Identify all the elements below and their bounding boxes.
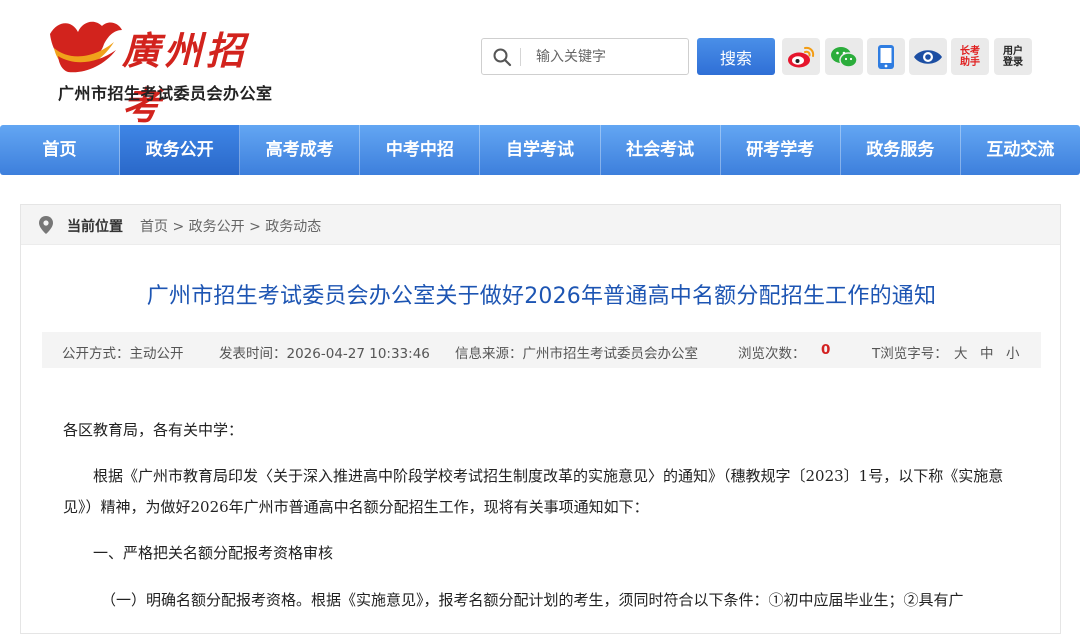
nav-item-gaokao[interactable]: 高考成考 xyxy=(240,125,361,175)
nav-item-social-exam[interactable]: 社会考试 xyxy=(601,125,721,175)
search-input[interactable] xyxy=(536,47,681,67)
logo-flower-icon xyxy=(50,21,122,73)
wechat-icon xyxy=(831,46,858,68)
breadcrumb-gov-open[interactable]: 政务公开 xyxy=(189,219,245,235)
meta-publish-time: 发表时间：2026-04-27 10:33:46 xyxy=(219,346,430,362)
meta-views-count: 0 xyxy=(821,342,831,358)
wechat-button[interactable] xyxy=(825,38,863,75)
breadcrumb-gov-news[interactable]: 政务动态 xyxy=(265,219,321,235)
paragraph-section-1-1: （一）明确名额分配报考资格。根据《实施意见》，报考名额分配计划的考生，须同时符合… xyxy=(101,591,964,609)
search-separator xyxy=(520,48,521,66)
breadcrumb-path: 首页 > 政务公开 > 政务动态 xyxy=(140,216,321,236)
mobile-button[interactable] xyxy=(867,38,905,75)
accessibility-button[interactable] xyxy=(909,38,947,75)
nav-item-zhongkao[interactable]: 中考中招 xyxy=(360,125,481,175)
breadcrumb: 当前位置 首页 > 政务公开 > 政务动态 xyxy=(21,205,1060,245)
meta-font-size-label: T浏览字号： xyxy=(872,346,948,362)
eye-icon xyxy=(914,49,942,64)
paragraph-intro: 根据《广州市教育局印发〈关于深入推进高中阶段学校考试招生制度改革的实施意见〉的通… xyxy=(63,467,1004,516)
breadcrumb-label: 当前位置 xyxy=(67,219,123,235)
article-title: 广州市招生考试委员会办公室关于做好2026年普通高中名额分配招生工作的通知 xyxy=(146,284,937,309)
logo-subtitle: 广州市招生考试委员会办公室 xyxy=(58,84,273,103)
meta-open-mode: 公开方式：主动公开 xyxy=(62,346,184,362)
user-label-2: 登录 xyxy=(1003,56,1023,68)
breadcrumb-sep: > xyxy=(172,219,185,235)
nav-item-grad-exam[interactable]: 研考学考 xyxy=(721,125,841,175)
font-size-small[interactable]: 小 xyxy=(1006,342,1020,362)
site-logo[interactable]: 廣州招考 广州市招生考试委员会办公室 xyxy=(44,12,284,128)
font-size-medium[interactable]: 中 xyxy=(980,342,994,362)
weibo-icon xyxy=(788,46,815,67)
search-button[interactable]: 搜索 xyxy=(697,38,775,75)
search-icon[interactable] xyxy=(492,47,512,67)
font-size-large[interactable]: 大 xyxy=(954,342,968,362)
logo-title: 廣州招考 xyxy=(122,28,249,128)
meta-views-label: 浏览次数： xyxy=(738,346,806,362)
content-panel: 当前位置 首页 > 政务公开 > 政务动态 广州市招生考试委员会办公室关于做好2… xyxy=(20,204,1061,634)
nav-item-gov-service[interactable]: 政务服务 xyxy=(841,125,961,175)
mobile-icon xyxy=(878,44,894,69)
user-login-button[interactable]: 用户 登录 xyxy=(994,38,1032,75)
user-label-1: 用户 xyxy=(1003,45,1023,57)
assistant-label-2: 助手 xyxy=(960,56,980,68)
weibo-button[interactable] xyxy=(782,38,820,75)
breadcrumb-home[interactable]: 首页 xyxy=(140,219,168,235)
nav-item-self-study[interactable]: 自学考试 xyxy=(480,125,601,175)
site-header: 廣州招考 广州市招生考试委员会办公室 搜索 xyxy=(0,0,1080,128)
breadcrumb-sep: > xyxy=(249,219,261,235)
search-box xyxy=(481,38,689,75)
assistant-label-1: 长考 xyxy=(960,45,980,57)
article-meta: 公开方式：主动公开 发表时间：2026-04-27 10:33:46 信息来源：… xyxy=(42,332,1041,368)
section-heading-1: 一、严格把关名额分配报考资格审核 xyxy=(93,544,334,562)
meta-source: 信息来源：广州市招生考试委员会办公室 xyxy=(455,346,698,362)
nav-item-interaction[interactable]: 互动交流 xyxy=(961,125,1080,175)
location-pin-icon xyxy=(39,216,53,234)
assistant-button[interactable]: 长考 助手 xyxy=(951,38,989,75)
nav-item-home[interactable]: 首页 xyxy=(0,125,121,175)
nav-item-gov-open[interactable]: 政务公开 xyxy=(120,125,241,175)
main-nav: 首页 政务公开 高考成考 中考中招 自学考试 社会考试 研考学考 政务服务 互动… xyxy=(0,125,1080,175)
paragraph-greeting: 各区教育局，各有关中学： xyxy=(63,421,244,439)
